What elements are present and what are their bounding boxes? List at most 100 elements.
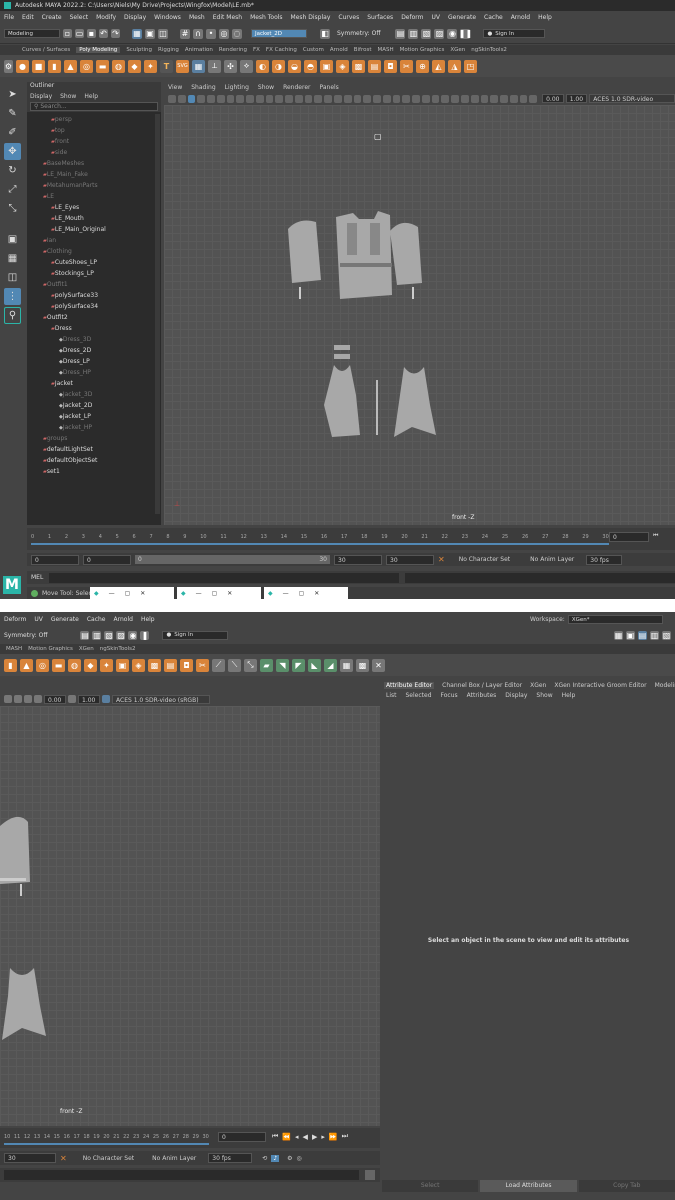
sculpt-icon[interactable]: ◮ xyxy=(448,59,461,73)
panel-toggle-icon[interactable]: ▤ xyxy=(638,630,647,640)
edge-loop-icon[interactable]: ◭ xyxy=(432,59,445,73)
outliner-item[interactable]: ▰ top xyxy=(27,125,161,136)
viewport-tool-icon[interactable] xyxy=(168,94,176,103)
viewport-tool-icon[interactable] xyxy=(255,94,264,103)
menu-generate[interactable]: Generate xyxy=(51,616,79,623)
outliner-item[interactable]: ▰ BaseMeshes xyxy=(27,158,161,169)
poly-disc-icon[interactable]: ◍ xyxy=(112,59,125,73)
panel-toggle-icon[interactable]: ▥ xyxy=(650,630,659,640)
go-start-icon[interactable]: ⏮ xyxy=(653,532,658,540)
colorspace-icon[interactable] xyxy=(102,695,110,703)
svg-icon[interactable]: SVG xyxy=(176,59,189,73)
shelf-tab-mash[interactable]: MASH xyxy=(6,646,22,652)
poly-cone-icon[interactable]: ▲ xyxy=(64,59,77,73)
render-frame-icon[interactable]: ▤ xyxy=(80,630,90,640)
viewport-tool-icon[interactable] xyxy=(480,94,489,103)
boolean-icon[interactable]: ◐ xyxy=(256,59,269,73)
floating-window-2[interactable]: ◆ — ▢ ✕ xyxy=(177,587,261,599)
shelf-tab-curves-surfaces[interactable]: Curves / Surfaces xyxy=(22,47,70,53)
menu-cache[interactable]: Cache xyxy=(87,616,106,623)
render-seq-icon[interactable]: ▥ xyxy=(92,630,102,640)
gamma-field[interactable]: 1.00 xyxy=(78,694,100,704)
ae-tab-xgen-interactive-groom-editor[interactable]: XGen Interactive Groom Editor xyxy=(554,682,646,689)
shelf-tab-fx-caching[interactable]: FX Caching xyxy=(266,47,297,53)
minimize-icon[interactable]: — xyxy=(196,590,202,597)
uv-layout-icon[interactable]: ▦ xyxy=(340,658,353,672)
select-component-icon[interactable]: ◫ xyxy=(158,28,168,39)
extrude-icon[interactable]: ▣ xyxy=(116,658,129,672)
fps-dropdown[interactable]: 30 fps xyxy=(586,554,623,565)
shelf-tab-xgen[interactable]: XGen xyxy=(79,646,94,652)
go-start-icon[interactable]: ⏮ xyxy=(272,1132,278,1141)
mel-label[interactable]: MEL xyxy=(31,574,43,581)
fill-hole-icon[interactable]: ◘ xyxy=(180,658,193,672)
shelf-tab-arnold[interactable]: Arnold xyxy=(330,47,348,53)
select-tool-icon[interactable]: ➤ xyxy=(4,86,21,103)
shelf-tab-ngskintools2[interactable]: ngSkinTools2 xyxy=(100,646,136,652)
viewport-tool-icon[interactable] xyxy=(314,94,323,103)
snap-curve-icon[interactable]: ∩ xyxy=(193,28,203,39)
last-tool-icon[interactable]: ⤡ xyxy=(4,200,21,217)
ae-tab-channel-box-layer-editor[interactable]: Channel Box / Layer Editor xyxy=(442,682,522,689)
shelf-tab-bifrost[interactable]: Bifrost xyxy=(354,47,372,53)
poly-text-icon[interactable]: T xyxy=(160,59,173,73)
menu-cache[interactable]: Cache xyxy=(484,14,503,21)
outliner-scrollbar[interactable] xyxy=(155,114,160,514)
floating-window-3[interactable]: ◆ — ▢ ✕ xyxy=(264,587,348,599)
shelf-tab-rigging[interactable]: Rigging xyxy=(158,47,179,53)
lasso-tool-icon[interactable]: ✎ xyxy=(4,105,21,122)
colorspace-dropdown[interactable]: ACES 1.0 SDR-video (sRGB) xyxy=(112,694,210,704)
viewport-tool-icon[interactable] xyxy=(353,94,362,103)
outliner-item[interactable]: ◆ Jacket_HP xyxy=(27,422,161,433)
ae-button-load-attributes[interactable]: Load Attributes xyxy=(480,1180,577,1192)
poly-plane-icon[interactable]: ▬ xyxy=(96,59,109,73)
shelf-tab-rendering[interactable]: Rendering xyxy=(219,47,247,53)
ae-menu-focus[interactable]: Focus xyxy=(441,692,458,699)
ae-button-copy-tab[interactable]: Copy Tab xyxy=(578,1180,675,1192)
viewport-tool-icon[interactable] xyxy=(246,94,254,103)
viewport-tool-icon[interactable] xyxy=(304,94,313,103)
move-tool-icon[interactable]: ✥ xyxy=(4,143,21,160)
ipr-icon[interactable]: ▧ xyxy=(421,28,432,39)
open-scene-icon[interactable]: ▭ xyxy=(75,29,84,38)
colorspace-dropdown[interactable]: ACES 1.0 SDR-video (sRGB) xyxy=(589,94,675,112)
viewport-tool-icon[interactable] xyxy=(197,94,206,103)
maximize-icon[interactable]: ▢ xyxy=(125,590,131,597)
viewport-tool-icon[interactable] xyxy=(441,94,450,103)
viewport-menu-view[interactable]: View xyxy=(168,84,182,91)
character-set-dropdown[interactable]: No Character Set xyxy=(459,556,510,563)
minimize-icon[interactable]: — xyxy=(109,590,115,597)
outliner-item[interactable]: ▰ defaultLightSet xyxy=(27,444,161,455)
rotate-tool-icon[interactable]: ↻ xyxy=(4,162,21,179)
outliner-item[interactable]: ▰ Outfit1 xyxy=(27,279,161,290)
viewport-tool-icon[interactable] xyxy=(216,94,225,103)
mirror-icon[interactable]: ◑ xyxy=(272,59,285,73)
outliner-item[interactable]: ▰ LE_Eyes xyxy=(27,202,161,213)
viewport-tool-icon[interactable] xyxy=(519,94,528,103)
viewport-tool-icon[interactable] xyxy=(34,695,42,703)
viewport-tool-icon[interactable] xyxy=(285,94,293,103)
viewport-front-cropped[interactable]: front -Z xyxy=(0,706,380,1126)
render-settings-icon[interactable]: ▨ xyxy=(434,28,445,39)
single-view-icon[interactable]: ▣ xyxy=(4,231,21,248)
menu-mesh-tools[interactable]: Mesh Tools xyxy=(250,14,282,21)
outliner-item[interactable]: ▰ side xyxy=(27,147,161,158)
uv-spherical-icon[interactable]: ◤ xyxy=(292,658,305,672)
new-scene-icon[interactable]: ▫ xyxy=(63,29,72,38)
input-ops-icon[interactable]: ◧ xyxy=(320,28,330,39)
audio-icon[interactable]: ◎ xyxy=(297,1155,302,1162)
outliner-item[interactable]: ◆ Jacket_3D xyxy=(27,389,161,400)
menu-help[interactable]: Help xyxy=(141,616,155,623)
close-icon[interactable]: ✕ xyxy=(140,590,145,597)
viewport-tool-icon[interactable] xyxy=(509,94,518,103)
poly-sphere-icon[interactable]: ● xyxy=(16,59,29,73)
append-icon[interactable]: ▤ xyxy=(368,59,381,73)
viewport-tool-icon[interactable] xyxy=(431,94,440,103)
shelf-gear-icon[interactable]: ⚙ xyxy=(4,59,13,73)
gamma-field[interactable]: 1.00 xyxy=(565,94,588,103)
viewport-tool-icon[interactable] xyxy=(343,94,352,103)
step-back-icon[interactable]: ◂ xyxy=(295,1133,299,1141)
step-forward-icon[interactable]: ▸ xyxy=(321,1133,325,1141)
poly-plane-icon[interactable]: ▬ xyxy=(52,658,65,672)
symmetry-label[interactable]: Symmetry: Off xyxy=(4,632,47,639)
